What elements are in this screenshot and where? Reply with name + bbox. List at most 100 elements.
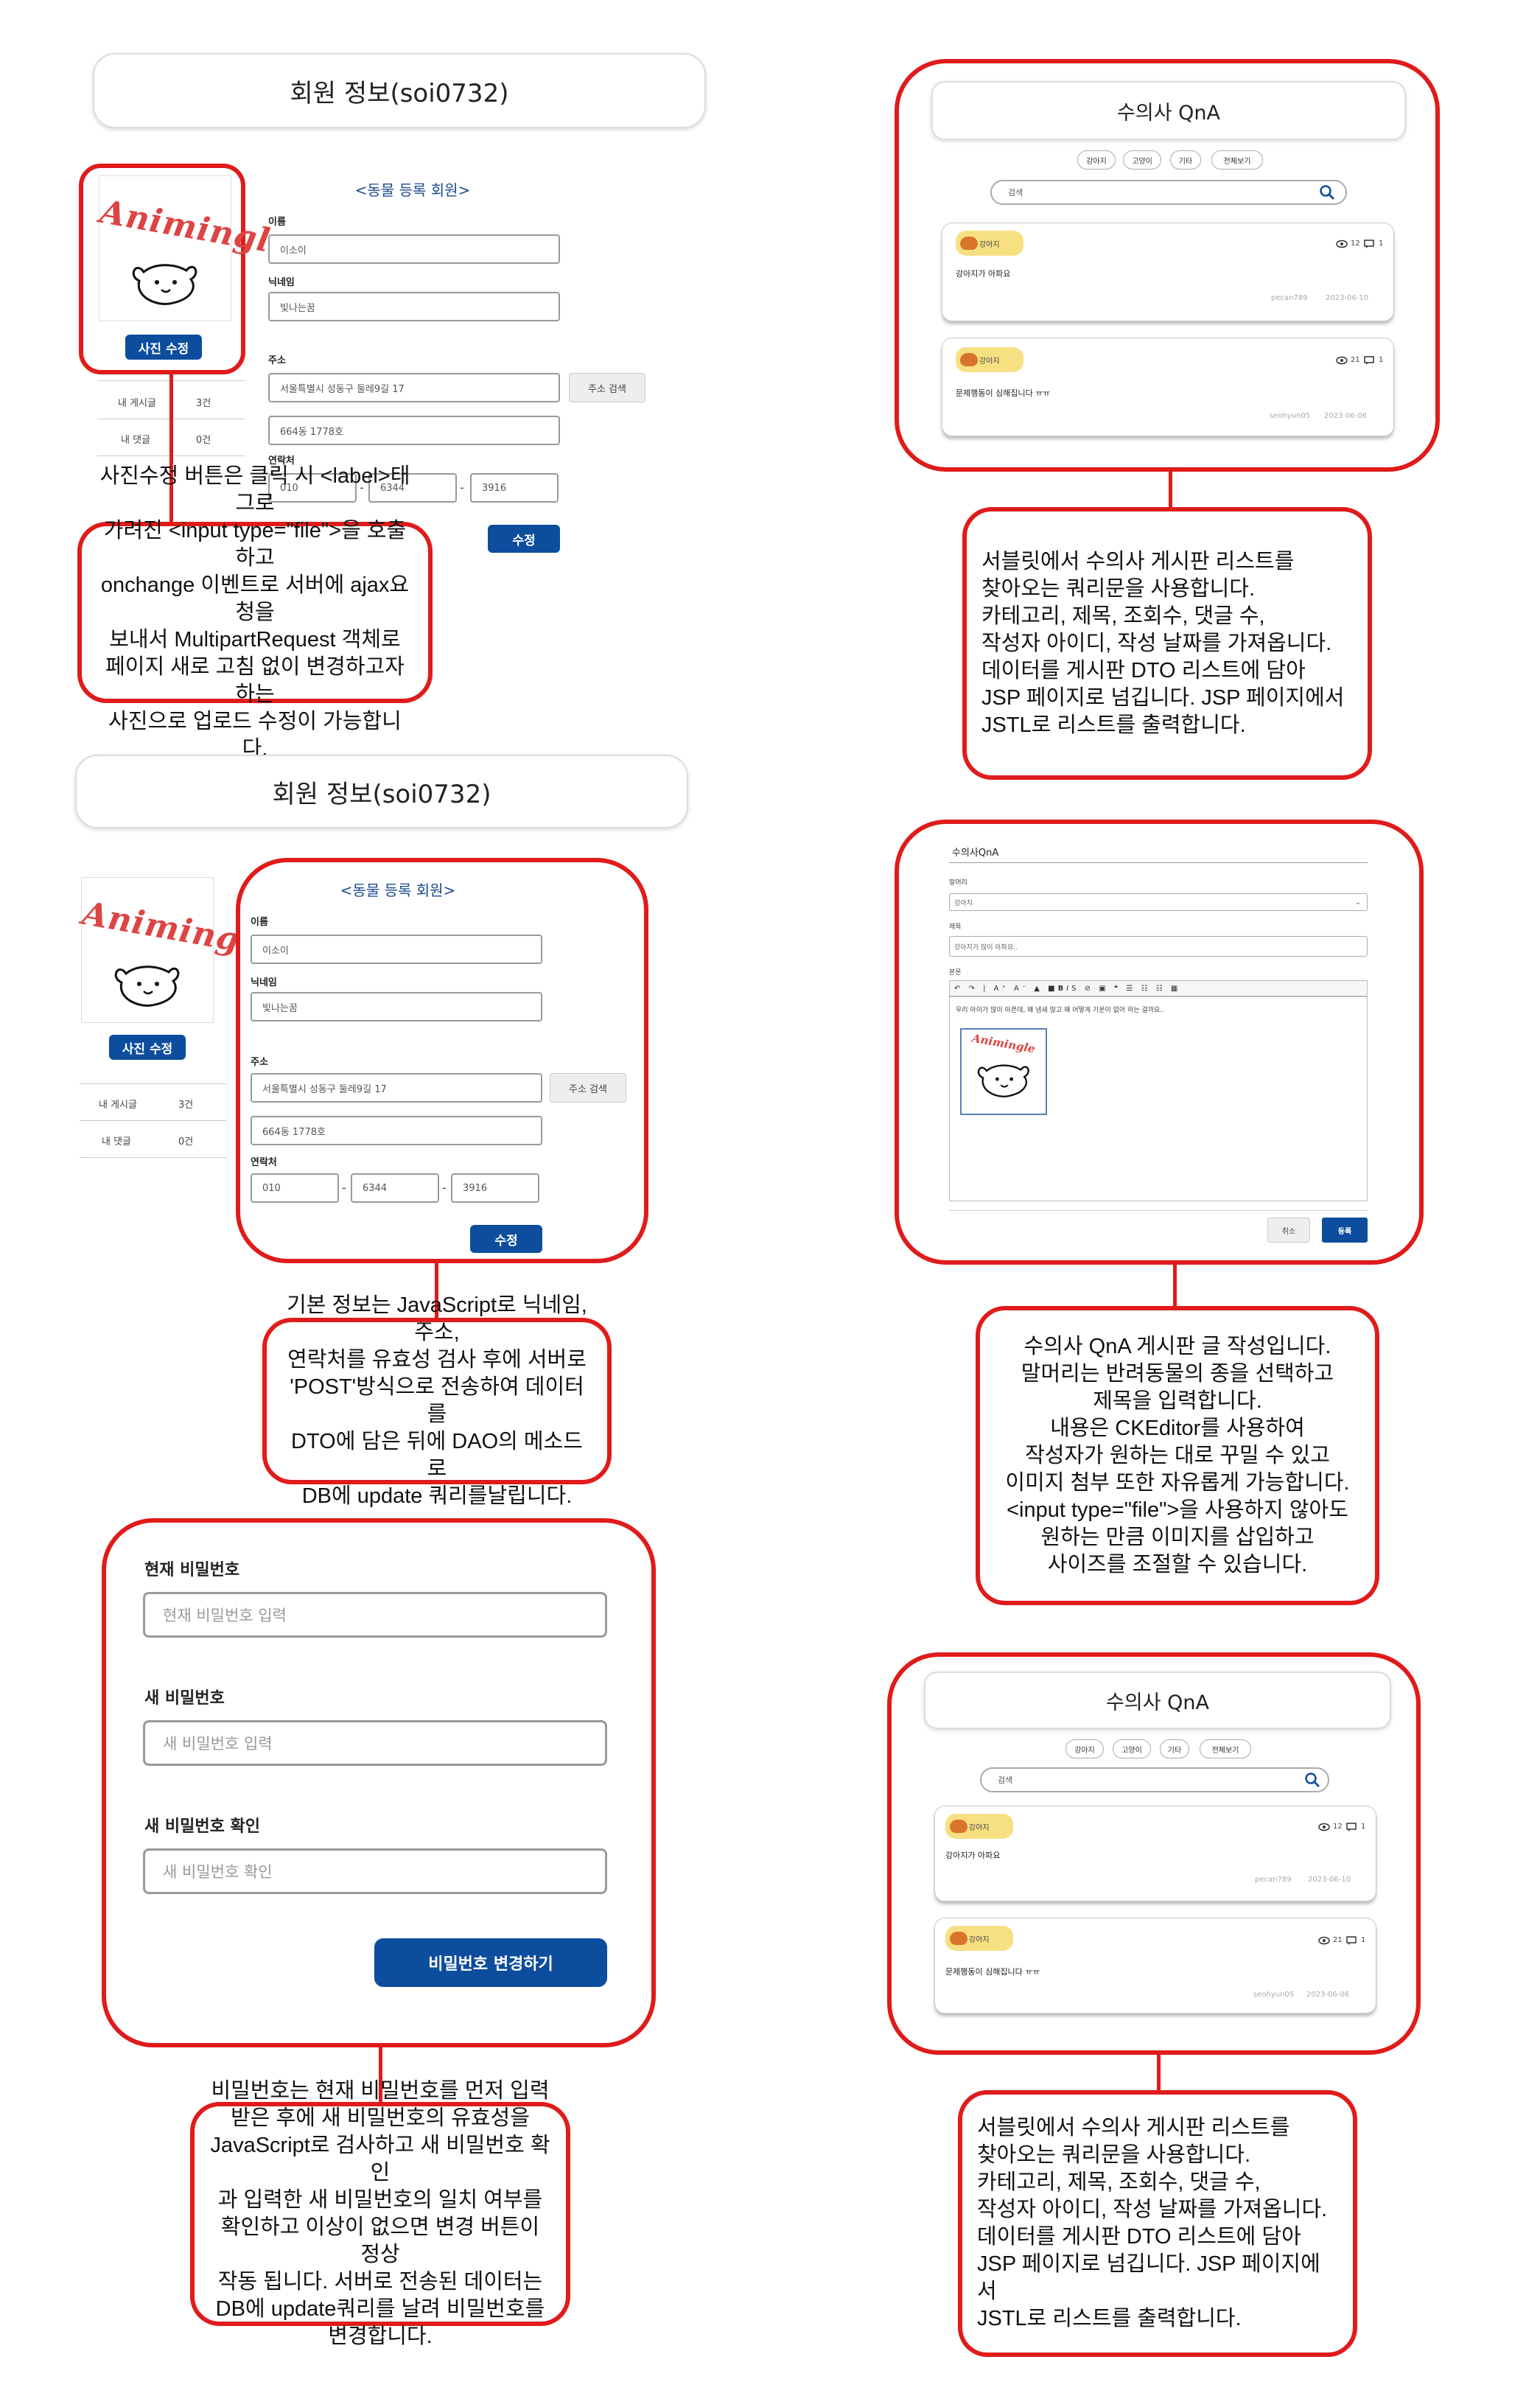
filter-etc[interactable]: 기타 [1170, 150, 1201, 170]
address-detail-input[interactable]: 664동 1778호 [268, 416, 560, 445]
address-search-button[interactable]: 주소 검색 [550, 1073, 626, 1103]
stat-posts-label: 내 게시글 [118, 398, 156, 409]
phone-3-input[interactable]: 3916 [451, 1173, 539, 1203]
photo-edit-label: 사진 수정 [138, 341, 189, 357]
divider [80, 1120, 227, 1121]
divider [80, 1157, 227, 1158]
category-label: 말머리 [949, 879, 967, 887]
divider [949, 862, 1368, 863]
filter-etc[interactable]: 기타 [1160, 1739, 1189, 1758]
new-password-input[interactable]: 새 비밀번호 입력 [143, 1720, 607, 1766]
note-password: 비밀번호는 현재 비밀번호를 먼저 입력 받은 후에 새 비밀번호의 유효성을 … [190, 2079, 570, 2348]
nickname-input[interactable]: 빛나는꿈 [268, 292, 560, 321]
subject-input[interactable]: 강아지가 많이 아파요.. [949, 936, 1368, 957]
page-title: 회원 정보(soi0732) [75, 755, 688, 828]
bear-icon [132, 264, 197, 305]
category-select[interactable]: 강아지 ⌄ [949, 893, 1368, 911]
current-password-input[interactable]: 현재 비밀번호 입력 [143, 1592, 607, 1638]
qna-title: 수의사 QnA [931, 81, 1406, 140]
address-input[interactable]: 서울특별시 성동구 둘레9길 17 [268, 373, 560, 402]
filter-all[interactable]: 전체보기 [1200, 1739, 1251, 1758]
nickname-input[interactable]: 빛나는꿈 [251, 992, 542, 1021]
search-input[interactable]: 검색 [980, 1767, 1329, 1792]
stat-comments-value: 0건 [178, 1136, 194, 1148]
post-date: 2023-06-10 [1326, 294, 1369, 302]
body-label: 본문 [949, 969, 962, 977]
nickname-label: 닉네임 [268, 277, 295, 288]
address-search-button[interactable]: 주소 검색 [569, 373, 645, 402]
post-card[interactable]: 강아지 12 1 강아지가 아파요 pecan789 2023-06-10 [942, 223, 1394, 321]
confirm-password-input[interactable]: 새 비밀번호 확인 [143, 1848, 607, 1894]
cancel-button[interactable]: 취소 [1267, 1218, 1310, 1243]
photo-edit-button[interactable]: 사진 수정 [125, 335, 202, 360]
stat-comments-label: 내 댓글 [121, 435, 151, 446]
name-input[interactable]: 이소이 [268, 234, 560, 264]
filter-cat[interactable]: 고양이 [1113, 1739, 1151, 1758]
write-title: 수의사QnA [952, 848, 999, 859]
phone-3-input[interactable]: 3916 [470, 473, 559, 503]
section-title: <동물 등록 회원> [340, 881, 456, 899]
logo-text: Animingle [79, 894, 277, 965]
post-author: pecan789 [1255, 1876, 1292, 1884]
view-count: 21 [1351, 356, 1360, 364]
address-label: 주소 [268, 355, 286, 366]
new-password-label: 새 비밀번호 [144, 1689, 225, 1708]
view-count: 12 [1333, 1823, 1343, 1831]
note-list-1: 서블릿에서 수의사 게시판 리스트를 찾아오는 쿼리문을 사용합니다. 카테고리… [962, 507, 1372, 780]
phone-2-input[interactable]: 6344 [351, 1173, 439, 1203]
change-password-button[interactable]: 비밀번호 변경하기 [374, 1938, 607, 1987]
search-input[interactable]: 검색 [990, 180, 1347, 205]
post-title[interactable]: 문제행동이 심해집니다 ㅠㅠ [945, 1966, 1040, 1977]
photo-edit-button[interactable]: 사진 수정 [109, 1035, 186, 1060]
inserted-image[interactable]: Animingle [960, 1028, 1047, 1115]
comment-icon [1346, 1823, 1357, 1831]
filter-all[interactable]: 전체보기 [1211, 150, 1263, 170]
submit-post-button[interactable]: 등록 [1322, 1218, 1368, 1243]
profile-image: Animingle [79, 877, 277, 1023]
eye-icon [1336, 356, 1348, 365]
filter-dog[interactable]: 강아지 [1065, 1739, 1104, 1758]
note-write: 수의사 QnA 게시판 글 작성입니다. 말머리는 반려동물의 종을 선택하고 … [976, 1306, 1379, 1605]
post-title[interactable]: 문제행동이 심해집니다 ㅠㅠ [956, 387, 1050, 399]
address-detail-input[interactable]: 664동 1778호 [251, 1116, 542, 1145]
post-card[interactable]: 강아지 21 1 문제행동이 심해집니다 ㅠㅠ seohyun05 2023-0… [934, 1918, 1376, 2013]
current-password-label: 현재 비밀번호 [144, 1561, 240, 1579]
phone-1-input[interactable]: 010 [251, 1173, 339, 1203]
editor-toolbar[interactable]: ↶ ↷ | A⁺ A⁻ ▲ ■ B I S ⊘ ▣ ❝ ☰ ☷ ☷ ▦ [949, 980, 1368, 996]
bear-icon [977, 1064, 1029, 1097]
contact-label: 연락처 [251, 1157, 277, 1168]
post-title[interactable]: 강아지가 아파요 [945, 1849, 1000, 1861]
search-icon[interactable] [1319, 184, 1335, 200]
name-input[interactable]: 이소이 [251, 935, 542, 964]
filter-dog[interactable]: 강아지 [1077, 150, 1116, 170]
name-label: 이름 [268, 217, 286, 228]
post-card[interactable]: 강아지 21 1 문제행동이 심해집니다 ㅠㅠ seohyun05 2023-0… [942, 338, 1394, 436]
submit-button[interactable]: 수정 [470, 1225, 542, 1253]
category-value: 강아지 [954, 899, 973, 907]
filter-cat[interactable]: 고양이 [1123, 150, 1161, 170]
post-card[interactable]: 강아지 12 1 강아지가 아파요 pecan789 2023-06-10 [934, 1806, 1376, 1901]
view-count: 12 [1351, 240, 1360, 248]
editor-body[interactable]: 우리 아이가 많이 아픈데, 왜 냄새 많고 왜 어떻게 기운이 없어 하는 걸… [949, 996, 1368, 1201]
profile-image: Animingle [97, 175, 294, 321]
page-title-text: 회원 정보(soi0732) [290, 78, 509, 108]
chevron-down-icon: ⌄ [1354, 898, 1361, 907]
post-date: 2023-06-10 [1308, 1876, 1351, 1884]
submit-button[interactable]: 수정 [488, 525, 560, 553]
section-title: <동물 등록 회원> [354, 181, 471, 199]
post-date: 2023-06-06 [1306, 1991, 1350, 1999]
comment-icon [1346, 1936, 1357, 1945]
search-icon[interactable] [1304, 1772, 1320, 1788]
stat-posts-label: 내 게시글 [99, 1100, 137, 1111]
dash: - [342, 1181, 346, 1195]
eye-icon [1318, 1936, 1330, 1945]
dash: - [460, 481, 464, 495]
address-input[interactable]: 서울특별시 성동구 둘레9길 17 [251, 1073, 542, 1103]
comment-count: 1 [1379, 356, 1384, 364]
dash: - [442, 1181, 447, 1195]
change-password-label: 비밀번호 변경하기 [428, 1955, 553, 1974]
comment-icon [1364, 240, 1374, 248]
connector-line [1169, 472, 1172, 510]
view-count: 21 [1333, 1936, 1343, 1944]
post-title[interactable]: 강아지가 아파요 [956, 268, 1010, 279]
